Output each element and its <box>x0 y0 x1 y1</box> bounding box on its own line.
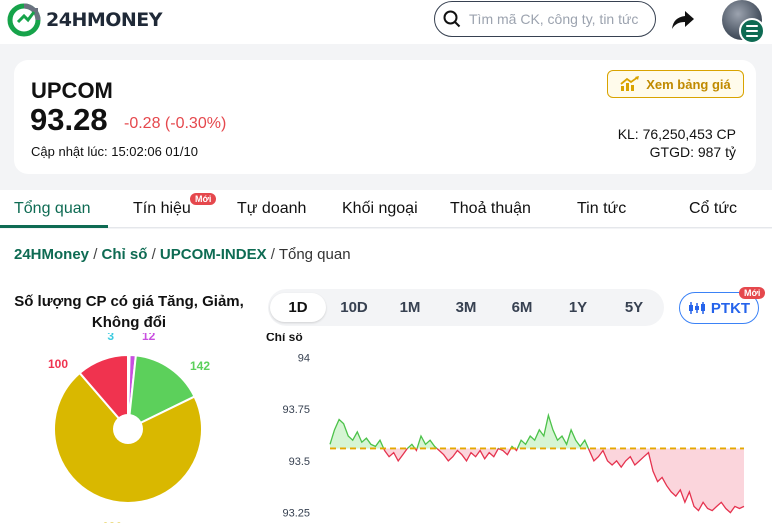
update-time: Cập nhật lúc: 15:02:06 01/10 <box>31 144 198 159</box>
breadcrumb-sep: / <box>93 246 98 263</box>
index-line-chart: Chỉ số 94 93.75 93.5 93.25 <box>266 333 745 520</box>
logo-icon <box>7 3 41 37</box>
share-icon[interactable] <box>670 7 696 33</box>
logo-text: 24HMONEY <box>46 9 163 31</box>
y-tick-label: 93.25 <box>282 508 310 520</box>
pie-label: 100 <box>48 357 68 371</box>
chart-up-icon <box>620 76 640 91</box>
price-board-label: Xem bảng giá <box>646 76 731 92</box>
tab-overview[interactable]: Tổng quan <box>14 200 91 218</box>
tab-signals[interactable]: Tín hiệu <box>133 200 191 218</box>
y-axis-label: Chỉ số <box>266 333 303 344</box>
tab-bar: Tổng quan Tín hiệu Tự doanh Khối ngoại T… <box>0 190 772 228</box>
pie-label: 12 <box>142 333 156 343</box>
index-name: UPCOM <box>31 78 113 103</box>
breadcrumb-sep: / <box>270 246 275 263</box>
top-header: 24HMONEY <box>0 0 772 44</box>
index-value: 93.28 <box>30 102 108 137</box>
search-icon <box>443 10 461 28</box>
tab-negotiated[interactable]: Thoả thuận <box>450 200 531 218</box>
period-1y[interactable]: 1Y <box>550 299 606 316</box>
new-badge: Mới <box>739 287 766 299</box>
tab-foreign[interactable]: Khối ngoại <box>342 200 418 218</box>
menu-icon[interactable] <box>739 18 765 44</box>
volume-text: KL: 76,250,453 CP <box>617 126 736 142</box>
candlestick-icon <box>688 302 705 314</box>
search-input[interactable] <box>469 11 645 27</box>
ptkt-label: PTKT <box>710 299 751 317</box>
price-board-button[interactable]: Xem bảng giá <box>607 70 744 98</box>
area-down <box>330 448 744 513</box>
breadcrumb-home[interactable]: 24HMoney <box>14 246 89 263</box>
y-tick-label: 94 <box>298 352 310 364</box>
period-6m[interactable]: 6M <box>494 299 550 316</box>
period-1m[interactable]: 1M <box>382 299 438 316</box>
breadcrumb-index[interactable]: UPCOM-INDEX <box>160 246 267 263</box>
pie-label: 142 <box>190 359 210 373</box>
value-text: GTGD: 987 tỷ <box>649 144 736 160</box>
index-summary-card: UPCOM 93.28 -0.28 (-0.30%) Cập nhật lúc:… <box>14 60 756 174</box>
index-change: -0.28 (-0.30%) <box>124 115 227 132</box>
breadcrumb-indices[interactable]: Chỉ số <box>102 246 148 263</box>
search-box[interactable] <box>434 1 656 37</box>
main-content: 24HMoney / Chỉ số / UPCOM-INDEX / Tổng q… <box>0 229 772 524</box>
breadcrumb: 24HMoney / Chỉ số / UPCOM-INDEX / Tổng q… <box>14 246 351 263</box>
breadth-pie-chart: 3 12 142 626 100 <box>48 333 210 523</box>
period-selector: 1D 10D 1M 3M 6M 1Y 5Y <box>268 289 664 326</box>
y-tick-label: 93.5 <box>289 456 310 468</box>
period-1d[interactable]: 1D <box>270 293 326 322</box>
tab-dividends[interactable]: Cổ tức <box>689 200 737 218</box>
breadcrumb-current: Tổng quan <box>278 246 351 263</box>
pie-title: Số lượng CP có giá Tăng, Giảm, Không đổi <box>14 293 244 331</box>
new-badge: Mới <box>190 193 217 205</box>
tab-news[interactable]: Tin tức <box>577 200 626 218</box>
active-tab-underline <box>0 225 108 228</box>
pie-label: 626 <box>102 520 122 523</box>
pie-hole <box>113 414 143 444</box>
period-10d[interactable]: 10D <box>326 299 382 316</box>
y-tick-label: 93.75 <box>282 404 310 416</box>
period-5y[interactable]: 5Y <box>606 299 662 316</box>
period-3m[interactable]: 3M <box>438 299 494 316</box>
breadcrumb-sep: / <box>151 246 156 263</box>
logo[interactable]: 24HMONEY <box>6 2 163 38</box>
tab-proprietary[interactable]: Tự doanh <box>237 200 306 218</box>
pie-label: 3 <box>107 333 114 343</box>
